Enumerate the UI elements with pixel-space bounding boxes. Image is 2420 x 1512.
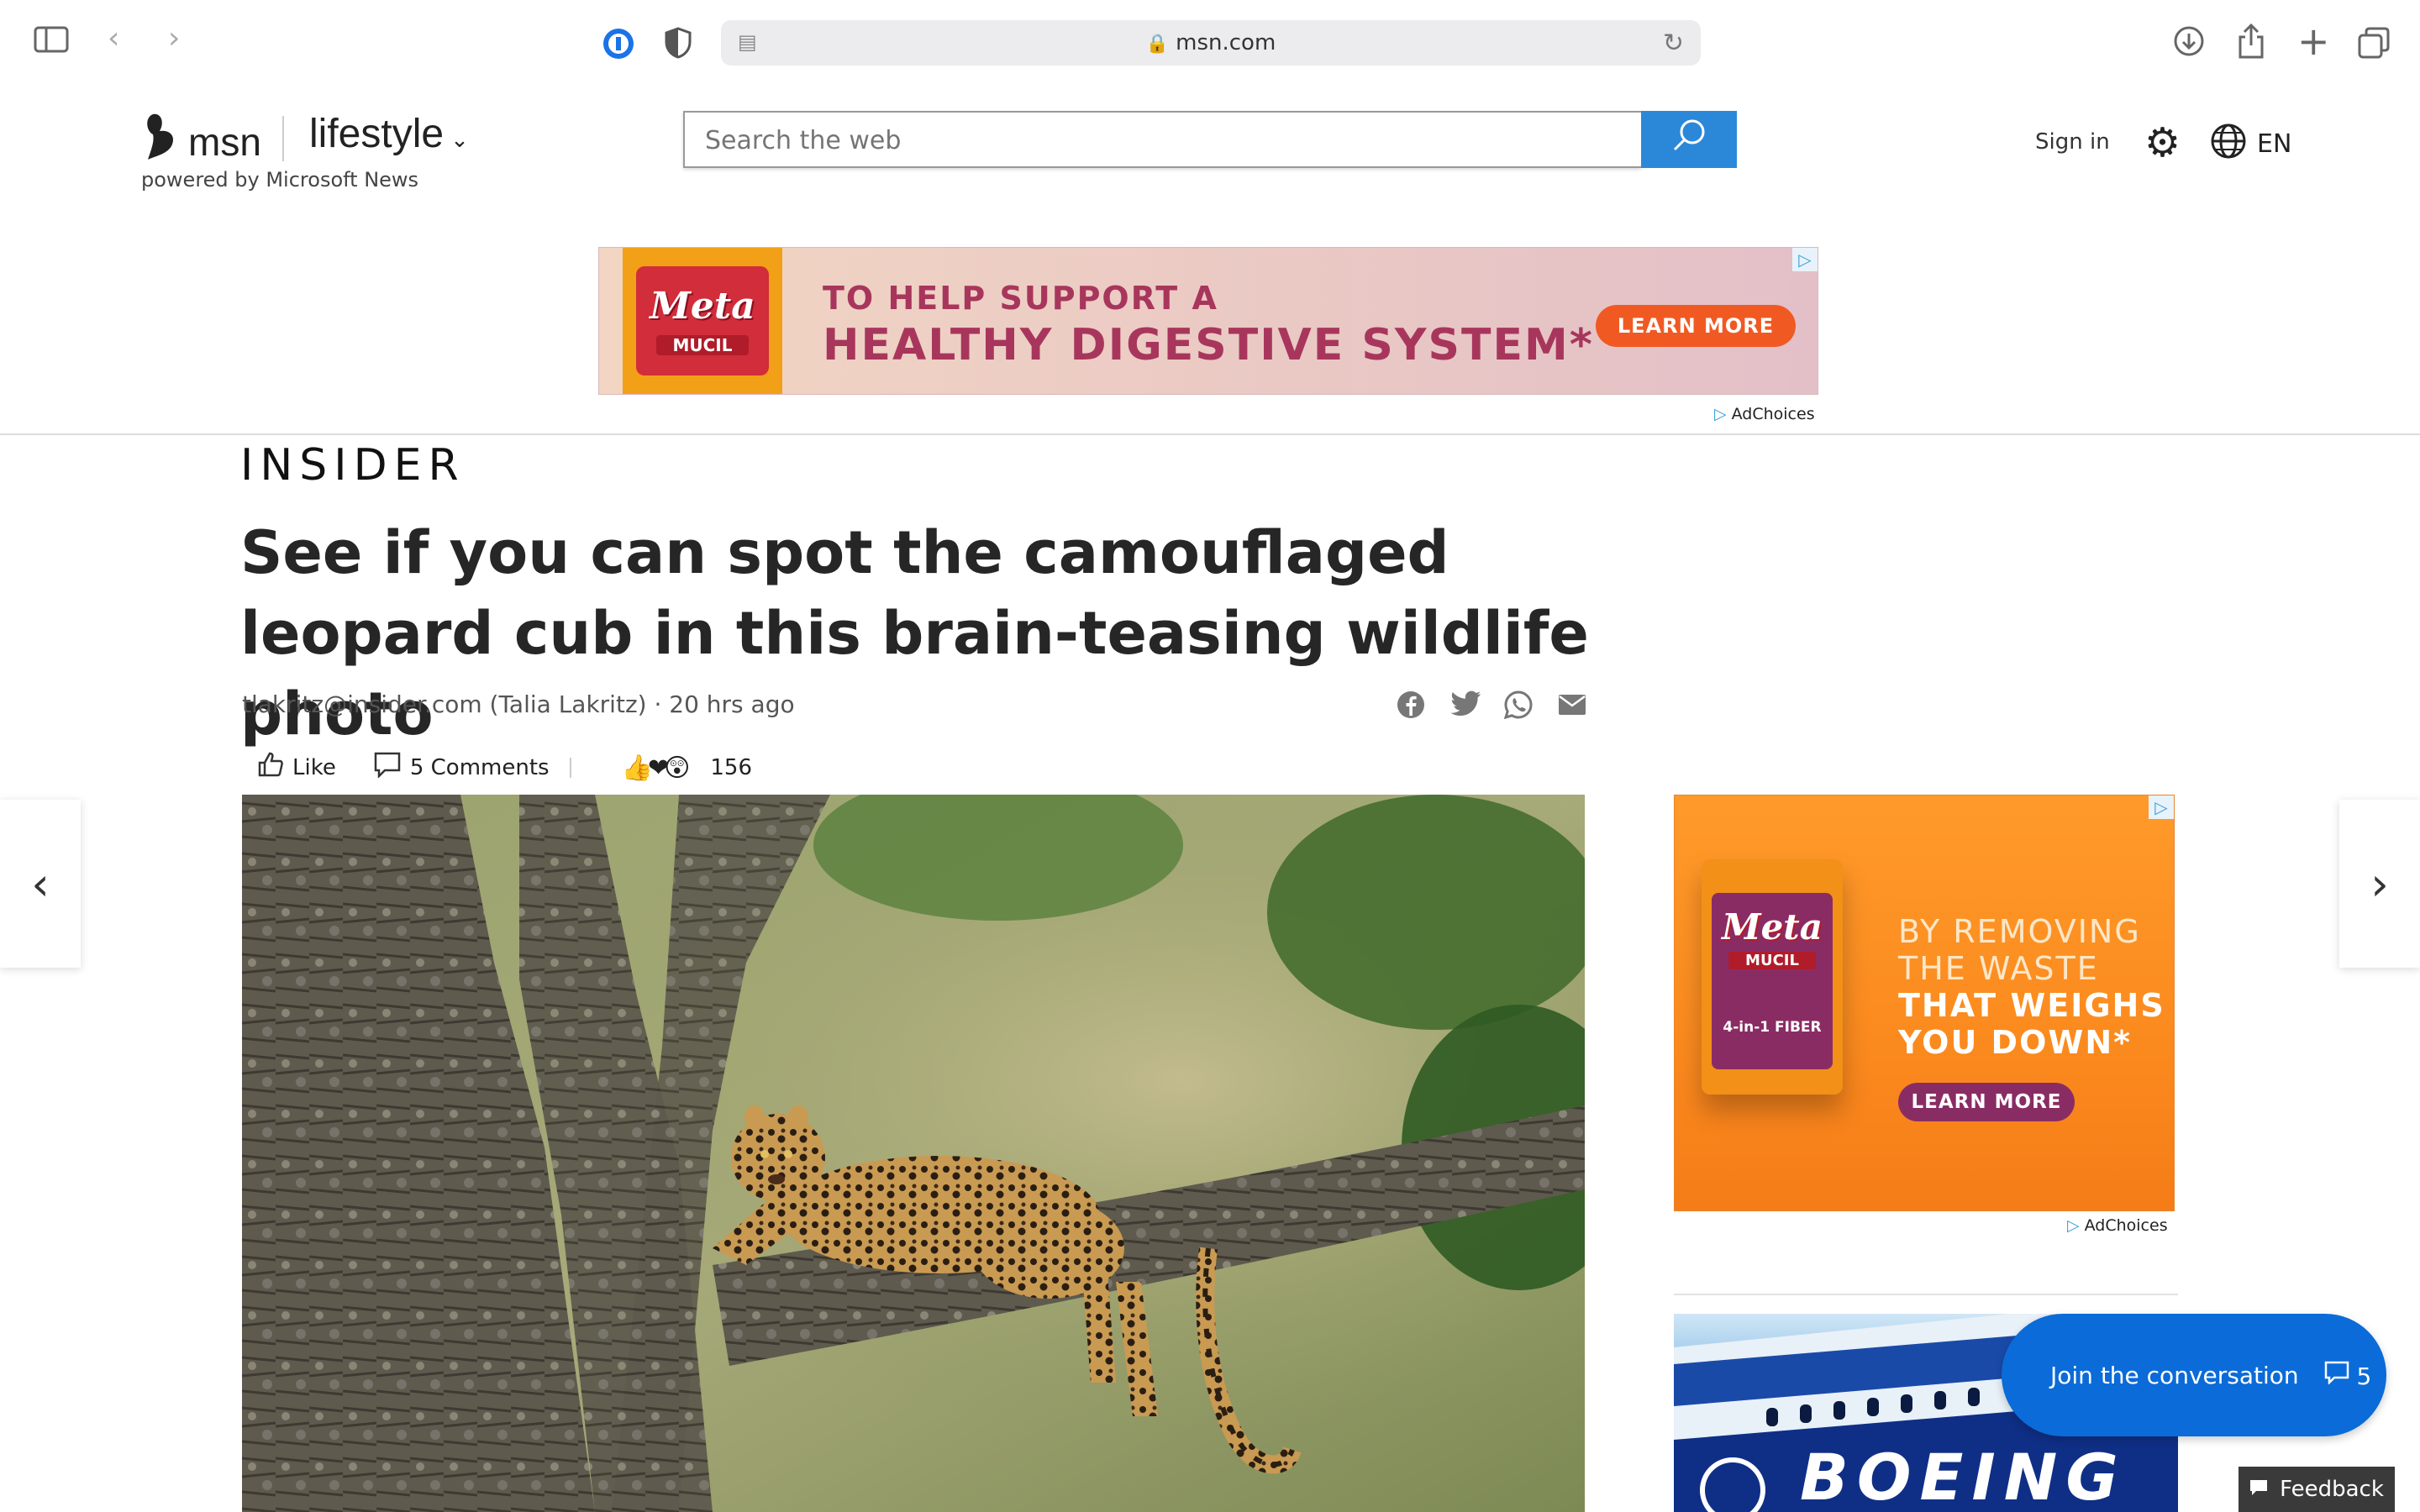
- ad-info-icon[interactable]: ▷: [2149, 795, 2174, 819]
- adchoices-link[interactable]: ▷ AdChoices: [1714, 405, 1815, 423]
- search-box: [683, 111, 1641, 168]
- top-banner-ad[interactable]: Meta MUCIL TO HELP SUPPORT A HEALTHY DIG…: [598, 247, 1818, 395]
- sign-in-link[interactable]: Sign in: [2035, 129, 2110, 155]
- msn-wordmark: msn: [188, 120, 261, 164]
- facebook-icon[interactable]: [1397, 690, 1425, 726]
- chevron-right-icon: ›: [2370, 857, 2389, 911]
- downloads-icon[interactable]: [2173, 25, 2205, 63]
- comment-icon: [2324, 1361, 2357, 1390]
- like-button[interactable]: Like: [292, 755, 336, 780]
- ad-brand-sub: MUCIL: [656, 335, 749, 355]
- ad-fiber-label: 4-in-1 FIBER: [1723, 1019, 1822, 1036]
- comments-button[interactable]: 5 Comments: [410, 755, 550, 780]
- adchoices-label: AdChoices: [2084, 1216, 2168, 1235]
- adchoices-link[interactable]: ▷ AdChoices: [2067, 1216, 2168, 1235]
- password-manager-icon[interactable]: [602, 27, 635, 66]
- globe-icon[interactable]: [2210, 123, 2247, 168]
- ad-brand-sub: MUCIL: [1728, 952, 1816, 969]
- butterfly-icon: [141, 111, 180, 173]
- join-conversation-label: Join the conversation: [2050, 1361, 2299, 1389]
- search-icon: [1670, 117, 1707, 162]
- reload-icon[interactable]: ↻: [1663, 29, 1684, 58]
- product-image: Meta MUCIL: [623, 248, 782, 394]
- sidebar-divider: [1674, 1294, 2178, 1295]
- language-selector[interactable]: EN: [2257, 129, 2291, 159]
- adchoices-icon: ▷: [2067, 1216, 2080, 1235]
- publisher-logo[interactable]: INSIDER: [240, 440, 466, 491]
- tab-overview-icon[interactable]: [2358, 27, 2390, 65]
- article-byline: tlakritz@insider.com (Talia Lakritz) · 2…: [242, 690, 795, 718]
- share-icon[interactable]: [2237, 23, 2265, 65]
- comment-count: 5: [2356, 1362, 2372, 1390]
- product-image: Meta MUCIL 4-in-1 FIBER: [1702, 859, 1843, 1095]
- ad-learn-more-button[interactable]: LEARN MORE: [1898, 1083, 2075, 1121]
- ad-line-3: THAT WEIGHS: [1898, 987, 2165, 1024]
- promo-brand: BOEING: [1800, 1440, 2127, 1512]
- privacy-shield-icon[interactable]: [664, 27, 692, 65]
- msn-logo[interactable]: msn: [141, 111, 261, 173]
- gear-icon[interactable]: ⚙: [2144, 119, 2181, 166]
- chevron-down-icon: ⌄: [450, 127, 469, 152]
- lock-icon: 🔒: [1145, 34, 1170, 55]
- ad-info-icon[interactable]: ▷: [1792, 248, 1818, 271]
- ad-headline-2: HEALTHY DIGESTIVE SYSTEM*: [823, 320, 1594, 370]
- header-divider-line: [0, 433, 2420, 435]
- feedback-button[interactable]: Feedback: [2238, 1467, 2395, 1512]
- search-button[interactable]: [1641, 111, 1737, 168]
- reactions[interactable]: 👍 ❤ 😲 156: [622, 753, 752, 783]
- comment-count-badge: 5: [2324, 1361, 2372, 1390]
- chevron-left-icon: ‹: [31, 857, 50, 911]
- ad-line-1: BY REMOVING: [1898, 913, 2141, 950]
- url-text: msn.com: [1176, 30, 1276, 55]
- email-icon[interactable]: [1558, 690, 1586, 722]
- feedback-icon: [2249, 1479, 2268, 1500]
- powered-by: powered by Microsoft News: [141, 168, 419, 192]
- next-article-button[interactable]: ›: [2339, 800, 2420, 968]
- ad-line-4: YOU DOWN*: [1898, 1024, 2132, 1061]
- ad-headline-1: TO HELP SUPPORT A: [823, 280, 1218, 317]
- article-actions: Like 5 Comments 👍 ❤ 😲 156: [257, 751, 752, 785]
- action-divider: [569, 758, 571, 778]
- reaction-count: 156: [710, 755, 753, 780]
- ad-brand: Meta: [1722, 906, 1823, 948]
- header-divider: [282, 116, 284, 161]
- thumbs-up-icon[interactable]: [257, 751, 284, 785]
- feedback-label: Feedback: [2280, 1477, 2384, 1502]
- sidebar-toggle-icon[interactable]: [34, 25, 69, 60]
- search-input[interactable]: [705, 126, 1545, 155]
- address-bar[interactable]: ▤ 🔒 msn.com ↻: [721, 20, 1701, 66]
- section-label: lifestyle: [309, 112, 445, 156]
- adchoices-label: AdChoices: [1731, 405, 1815, 423]
- section-selector[interactable]: lifestyle ⌄: [309, 111, 469, 157]
- browser-toolbar: ‹ › ▤ 🔒 msn.com ↻ +: [0, 0, 2420, 84]
- ad-learn-more-button[interactable]: LEARN MORE: [1596, 305, 1796, 347]
- surprised-emoji-icon: 😲: [664, 753, 691, 783]
- previous-article-button[interactable]: ‹: [0, 800, 81, 968]
- back-icon[interactable]: ‹: [108, 24, 119, 54]
- whatsapp-icon[interactable]: [1503, 690, 1533, 726]
- new-tab-icon[interactable]: +: [2297, 22, 2330, 60]
- ad-brand: Meta: [650, 285, 755, 328]
- twitter-icon[interactable]: [1450, 690, 1481, 724]
- article-photo[interactable]: [242, 795, 1585, 1512]
- sidebar-ad[interactable]: Meta MUCIL 4-in-1 FIBER BY REMOVING THE …: [1674, 795, 2175, 1211]
- join-conversation-button[interactable]: Join the conversation 5: [2002, 1314, 2386, 1436]
- forward-icon[interactable]: ›: [168, 24, 180, 54]
- comment-icon[interactable]: [373, 751, 402, 785]
- ad-line-2: THE WASTE: [1898, 950, 2099, 987]
- adchoices-icon: ▷: [1714, 405, 1727, 423]
